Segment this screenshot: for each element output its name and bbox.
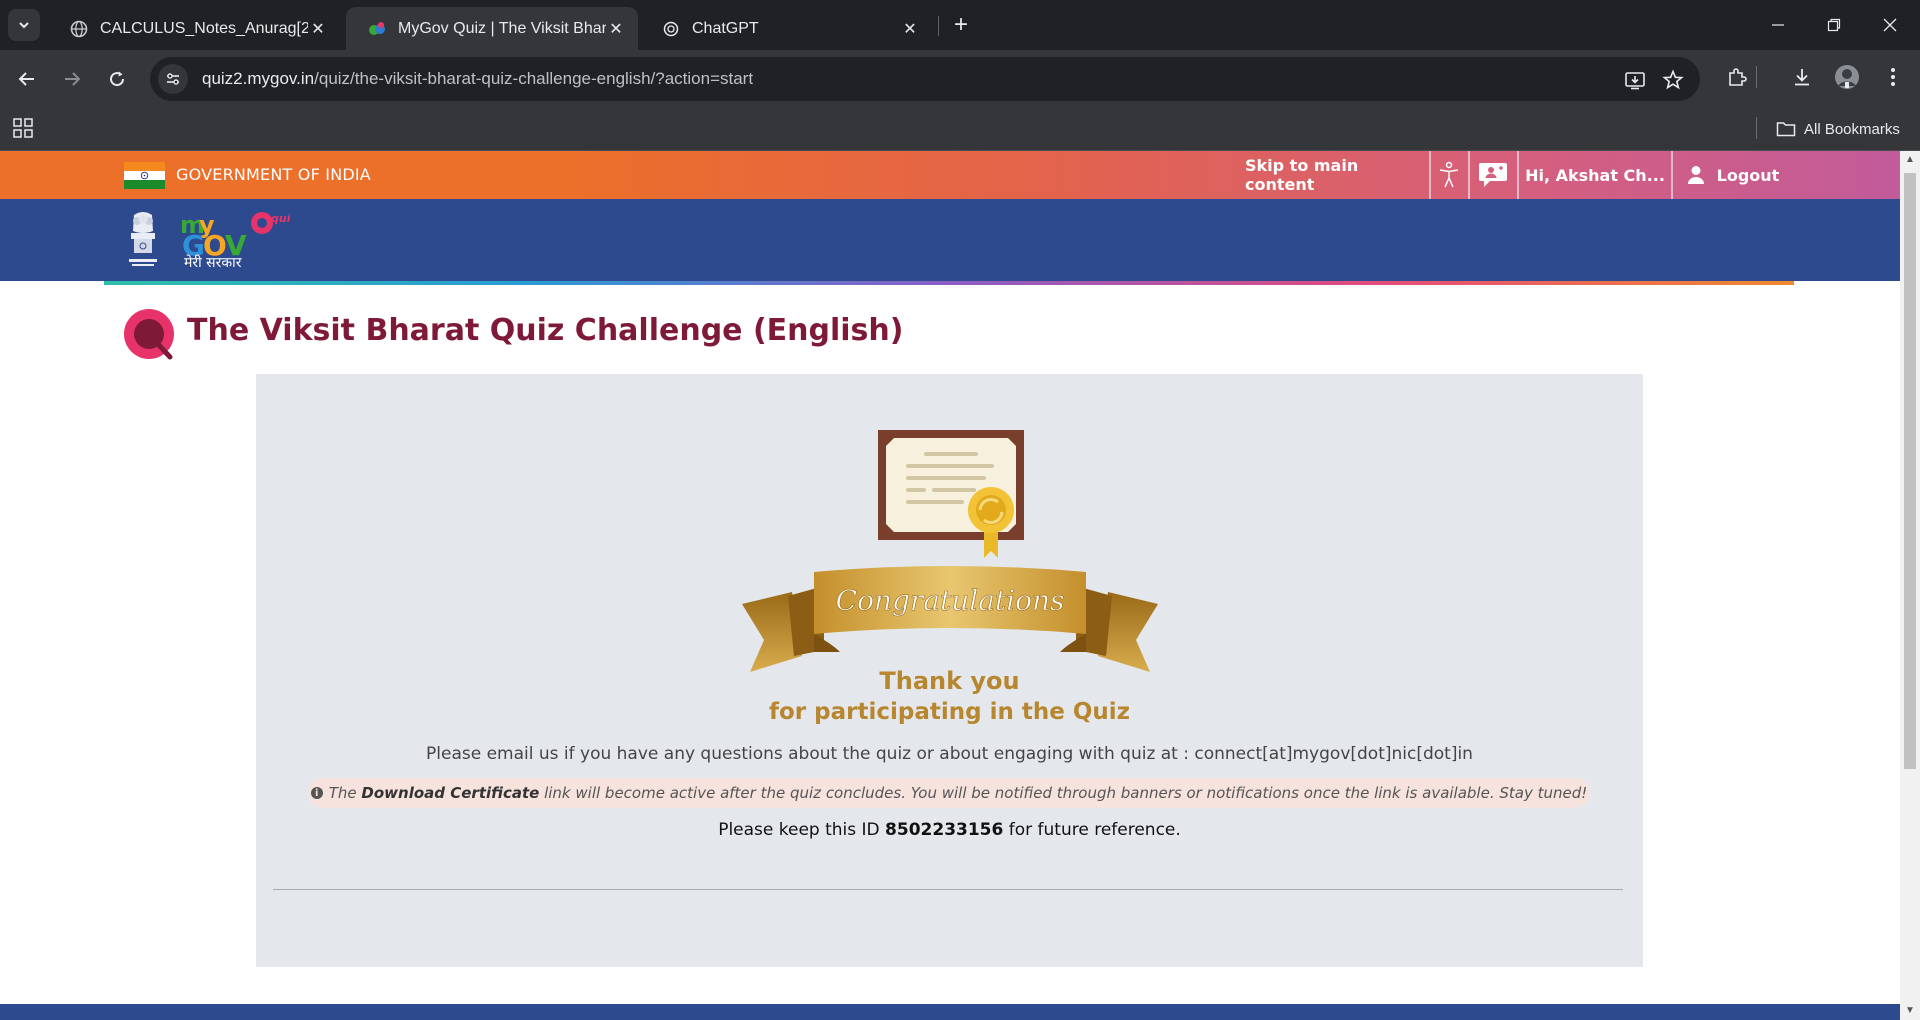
accessibility-button[interactable] xyxy=(1431,151,1467,199)
chevron-down-icon xyxy=(19,22,29,29)
mygov-favicon-icon xyxy=(368,20,386,38)
svg-text:quiz: quiz xyxy=(271,212,290,225)
restore-button[interactable] xyxy=(1806,0,1862,50)
reload-icon xyxy=(110,71,125,87)
skip-to-main-link[interactable]: Skip to main content xyxy=(1245,151,1428,199)
chatgpt-icon xyxy=(662,20,680,38)
card-divider xyxy=(273,889,1623,890)
contact-email-text: Please email us if you have any question… xyxy=(426,744,1473,764)
reference-id-text: Please keep this ID 8502233156 for futur… xyxy=(256,820,1643,840)
page-scrollbar[interactable]: ▲ ▼ xyxy=(1900,151,1920,1020)
tab-title: CALCULUS_Notes_Anurag[2].pdf xyxy=(100,19,308,37)
minimize-icon xyxy=(1772,24,1784,26)
toolbar-separator xyxy=(1756,66,1757,88)
notice-bold: Download Certificate xyxy=(361,784,540,802)
forward-button[interactable] xyxy=(55,62,89,96)
tab-calculus-notes[interactable]: CALCULUS_Notes_Anurag[2].pdf ✕ xyxy=(48,7,340,50)
logo-subtitle: मेरी सरकार xyxy=(184,255,242,271)
tab-strip: CALCULUS_Notes_Anurag[2].pdf ✕ MyGov Qui… xyxy=(0,0,1920,50)
footer-strip xyxy=(0,1004,1900,1020)
folder-icon xyxy=(1776,122,1796,137)
banner-text: Congratulations xyxy=(836,584,1065,617)
tab-title: ChatGPT xyxy=(692,19,759,37)
participation-subheading: for participating in the Quiz xyxy=(768,699,1131,725)
minimize-button[interactable] xyxy=(1750,0,1806,50)
close-icon[interactable]: ✕ xyxy=(900,19,920,39)
site-info-icon[interactable] xyxy=(158,64,188,94)
tab-mygov-quiz[interactable]: MyGov Quiz | The Viksit Bharat Quiz Chal… xyxy=(346,7,638,50)
all-bookmarks-label: All Bookmarks xyxy=(1804,120,1900,138)
arrow-right-icon xyxy=(65,72,81,86)
close-icon[interactable]: ✕ xyxy=(606,19,626,39)
restore-icon xyxy=(1827,18,1841,32)
apps-grid-icon[interactable] xyxy=(12,117,36,141)
install-app-icon[interactable] xyxy=(1622,67,1648,93)
notice-pre: The xyxy=(328,784,357,802)
government-bar: GOVERNMENT OF INDIA Skip to main content… xyxy=(0,151,1900,199)
close-window-button[interactable] xyxy=(1862,0,1918,50)
url-path: /quiz/the-viksit-bharat-quiz-challenge-e… xyxy=(314,69,754,88)
notice-post: link will become active after the quiz c… xyxy=(544,784,1588,802)
national-emblem-icon xyxy=(129,212,157,266)
downloads-icon[interactable] xyxy=(1787,62,1817,92)
tab-search-button[interactable] xyxy=(8,9,40,41)
close-icon[interactable]: ✕ xyxy=(308,19,328,39)
id-post: for future reference. xyxy=(1008,820,1181,840)
scroll-up-icon[interactable]: ▲ xyxy=(1905,155,1915,165)
thank-you-heading: Thank you xyxy=(879,667,1020,695)
info-icon: i xyxy=(310,787,323,799)
scrollbar-thumb[interactable] xyxy=(1904,173,1916,769)
address-bar[interactable]: quiz2.mygov.in/quiz/the-viksit-bharat-qu… xyxy=(150,57,1700,101)
bookmarks-bar: All Bookmarks xyxy=(0,108,1920,151)
quiz-result-card: Congratulations Thank you for participat… xyxy=(256,374,1643,967)
tab-chatgpt[interactable]: ChatGPT ✕ xyxy=(640,7,932,50)
bookmark-star-icon[interactable] xyxy=(1660,67,1686,93)
arrow-left-icon xyxy=(18,72,34,86)
logout-label: Logout xyxy=(1716,165,1780,185)
reference-id-value: 8502233156 xyxy=(885,820,1004,840)
quiz-logo-icon xyxy=(124,309,174,360)
congratulations-banner: Congratulations xyxy=(742,566,1158,672)
accessibility-icon xyxy=(1439,161,1459,188)
extensions-icon[interactable] xyxy=(1722,62,1752,92)
india-flag-icon xyxy=(124,162,165,189)
profile-avatar[interactable] xyxy=(1832,62,1862,92)
header-gradient-line xyxy=(104,281,1794,285)
id-pre: Please keep this ID xyxy=(718,820,880,840)
feedback-button[interactable] xyxy=(1470,151,1516,199)
globe-icon xyxy=(70,20,88,38)
government-label: GOVERNMENT OF INDIA xyxy=(176,165,371,184)
chat-user-icon xyxy=(1479,163,1507,187)
page-viewport: GOVERNMENT OF INDIA Skip to main content… xyxy=(0,151,1900,1020)
back-button[interactable] xyxy=(10,62,44,96)
scroll-down-icon[interactable]: ▼ xyxy=(1905,1006,1915,1016)
browser-toolbar: quiz2.mygov.in/quiz/the-viksit-bharat-qu… xyxy=(0,50,1920,108)
user-icon xyxy=(1687,166,1704,184)
reload-button[interactable] xyxy=(100,62,134,96)
certificate-notice: i The Download Certificate link will bec… xyxy=(308,778,1590,808)
page-title: The Viksit Bharat Quiz Challenge (Englis… xyxy=(187,313,904,348)
url-host: quiz2.mygov.in xyxy=(202,69,315,88)
close-icon xyxy=(1883,18,1897,32)
url-text: quiz2.mygov.in/quiz/the-viksit-bharat-qu… xyxy=(202,69,753,89)
tab-separator xyxy=(938,16,939,36)
logout-button[interactable]: Logout xyxy=(1673,151,1793,199)
user-greeting-menu[interactable]: Hi, Akshat Ch... xyxy=(1519,151,1671,199)
certificate-icon xyxy=(878,430,1024,558)
new-tab-button[interactable]: + xyxy=(948,11,974,38)
all-bookmarks-button[interactable]: All Bookmarks xyxy=(1776,116,1900,142)
tab-title: MyGov Quiz | The Viksit Bharat Quiz Chal… xyxy=(398,19,606,37)
more-menu-icon[interactable] xyxy=(1878,62,1908,92)
bookmarks-separator xyxy=(1756,117,1757,139)
